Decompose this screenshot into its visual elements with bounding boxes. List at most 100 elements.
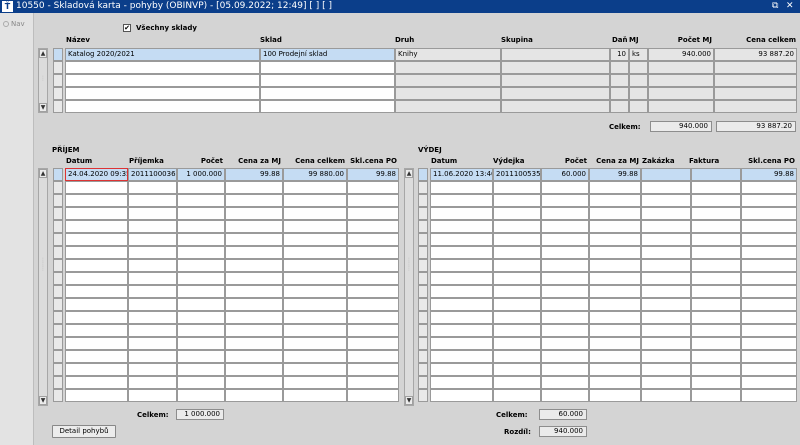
empty-cell-cena_mj[interactable] xyxy=(225,298,283,311)
empty-cell-cena_mj[interactable] xyxy=(589,389,641,402)
empty-cell-skupina[interactable] xyxy=(501,87,610,100)
empty-cell-vydejka[interactable] xyxy=(493,363,541,376)
empty-cell-zakazka[interactable] xyxy=(641,285,691,298)
empty-cell-cena_mj[interactable] xyxy=(589,181,641,194)
empty-cell-zakazka[interactable] xyxy=(641,220,691,233)
empty-cell-skupina[interactable] xyxy=(501,100,610,113)
empty-cell-datum[interactable] xyxy=(65,233,128,246)
row-selector[interactable] xyxy=(418,168,428,181)
empty-cell-skl_cena[interactable] xyxy=(347,272,399,285)
empty-cell-skl_cena[interactable] xyxy=(741,389,797,402)
row-selector[interactable] xyxy=(418,389,428,402)
empty-cell-cena_mj[interactable] xyxy=(589,194,641,207)
empty-cell-datum[interactable] xyxy=(65,376,128,389)
scroll-down-icon[interactable]: ▼ xyxy=(405,396,413,405)
empty-cell-skl_cena[interactable] xyxy=(741,350,797,363)
empty-cell-faktura[interactable] xyxy=(691,324,741,337)
row-selector[interactable] xyxy=(53,389,63,402)
empty-cell-zakazka[interactable] xyxy=(641,363,691,376)
empty-cell-pocet_mj[interactable] xyxy=(648,87,714,100)
empty-cell-pocet[interactable] xyxy=(177,376,225,389)
row-selector[interactable] xyxy=(53,350,63,363)
empty-cell-pocet[interactable] xyxy=(541,285,589,298)
row-selector[interactable] xyxy=(418,324,428,337)
empty-cell-skl_cena[interactable] xyxy=(741,363,797,376)
row-selector[interactable] xyxy=(53,285,63,298)
empty-cell-cena_mj[interactable] xyxy=(225,194,283,207)
empty-cell-datum[interactable] xyxy=(430,259,493,272)
empty-cell-cena_celkem[interactable] xyxy=(283,207,347,220)
row-selector[interactable] xyxy=(418,259,428,272)
empty-cell-datum[interactable] xyxy=(430,311,493,324)
empty-cell-vydejka[interactable] xyxy=(493,337,541,350)
empty-cell-zakazka[interactable] xyxy=(641,376,691,389)
row-selector[interactable] xyxy=(53,181,63,194)
empty-cell-pocet_mj[interactable] xyxy=(648,100,714,113)
empty-cell-datum[interactable] xyxy=(65,298,128,311)
empty-cell-pocet[interactable] xyxy=(177,272,225,285)
vydej-scrollbar[interactable]: ▲ ⋮ ⋮ ⋮ ▼ xyxy=(404,168,414,406)
empty-cell-pocet[interactable] xyxy=(541,194,589,207)
empty-cell-pocet[interactable] xyxy=(177,285,225,298)
empty-cell-cena_mj[interactable] xyxy=(589,363,641,376)
empty-cell-cena_mj[interactable] xyxy=(589,324,641,337)
empty-cell-skl_cena[interactable] xyxy=(347,389,399,402)
empty-cell-datum[interactable] xyxy=(65,350,128,363)
empty-cell-prijemka[interactable] xyxy=(128,337,177,350)
table-cell-druh[interactable]: Knihy xyxy=(395,48,501,61)
empty-cell-mj[interactable] xyxy=(629,61,648,74)
empty-cell-prijemka[interactable] xyxy=(128,350,177,363)
empty-cell-zakazka[interactable] xyxy=(641,259,691,272)
empty-cell-faktura[interactable] xyxy=(691,389,741,402)
empty-cell-pocet[interactable] xyxy=(541,389,589,402)
table-cell-nazev[interactable]: Katalog 2020/2021 xyxy=(65,48,260,61)
empty-cell-cena_mj[interactable] xyxy=(589,259,641,272)
scroll-up-icon[interactable]: ▲ xyxy=(405,169,413,178)
row-selector[interactable] xyxy=(53,311,63,324)
empty-cell-skl_cena[interactable] xyxy=(347,207,399,220)
empty-cell-datum[interactable] xyxy=(430,246,493,259)
empty-cell-pocet[interactable] xyxy=(177,324,225,337)
empty-cell-vydejka[interactable] xyxy=(493,285,541,298)
empty-cell-skupina[interactable] xyxy=(501,61,610,74)
table-cell-cena_mj[interactable]: 99.88 xyxy=(589,168,641,181)
row-selector[interactable] xyxy=(53,363,63,376)
empty-cell-cena_celkem[interactable] xyxy=(283,272,347,285)
empty-cell-pocet[interactable] xyxy=(177,363,225,376)
empty-cell-skl_cena[interactable] xyxy=(347,324,399,337)
empty-cell-skl_cena[interactable] xyxy=(347,337,399,350)
empty-cell-prijemka[interactable] xyxy=(128,181,177,194)
empty-cell-nazev[interactable] xyxy=(65,100,260,113)
empty-cell-vydejka[interactable] xyxy=(493,350,541,363)
empty-cell-skl_cena[interactable] xyxy=(347,194,399,207)
empty-cell-zakazka[interactable] xyxy=(641,298,691,311)
empty-cell-prijemka[interactable] xyxy=(128,207,177,220)
empty-cell-cena_celkem[interactable] xyxy=(283,194,347,207)
empty-cell-vydejka[interactable] xyxy=(493,194,541,207)
empty-cell-nazev[interactable] xyxy=(65,61,260,74)
empty-cell-pocet[interactable] xyxy=(541,181,589,194)
empty-cell-cena_celkem[interactable] xyxy=(714,61,797,74)
empty-cell-cena_celkem[interactable] xyxy=(283,181,347,194)
empty-cell-vydejka[interactable] xyxy=(493,389,541,402)
empty-cell-vydejka[interactable] xyxy=(493,324,541,337)
empty-cell-pocet[interactable] xyxy=(541,337,589,350)
empty-cell-druh[interactable] xyxy=(395,74,501,87)
empty-cell-datum[interactable] xyxy=(65,337,128,350)
empty-cell-pocet[interactable] xyxy=(541,220,589,233)
row-selector[interactable] xyxy=(418,207,428,220)
empty-cell-datum[interactable] xyxy=(430,389,493,402)
empty-cell-pocet[interactable] xyxy=(541,233,589,246)
empty-cell-skl_cena[interactable] xyxy=(347,233,399,246)
empty-cell-cena_celkem[interactable] xyxy=(283,259,347,272)
row-selector[interactable] xyxy=(418,181,428,194)
empty-cell-datum[interactable] xyxy=(65,194,128,207)
empty-cell-datum[interactable] xyxy=(65,363,128,376)
empty-cell-datum[interactable] xyxy=(430,376,493,389)
empty-cell-skl_cena[interactable] xyxy=(741,220,797,233)
empty-cell-zakazka[interactable] xyxy=(641,337,691,350)
row-selector[interactable] xyxy=(418,376,428,389)
empty-cell-vydejka[interactable] xyxy=(493,246,541,259)
table-cell-vydejka[interactable]: 2011100535 xyxy=(493,168,541,181)
empty-cell-prijemka[interactable] xyxy=(128,389,177,402)
